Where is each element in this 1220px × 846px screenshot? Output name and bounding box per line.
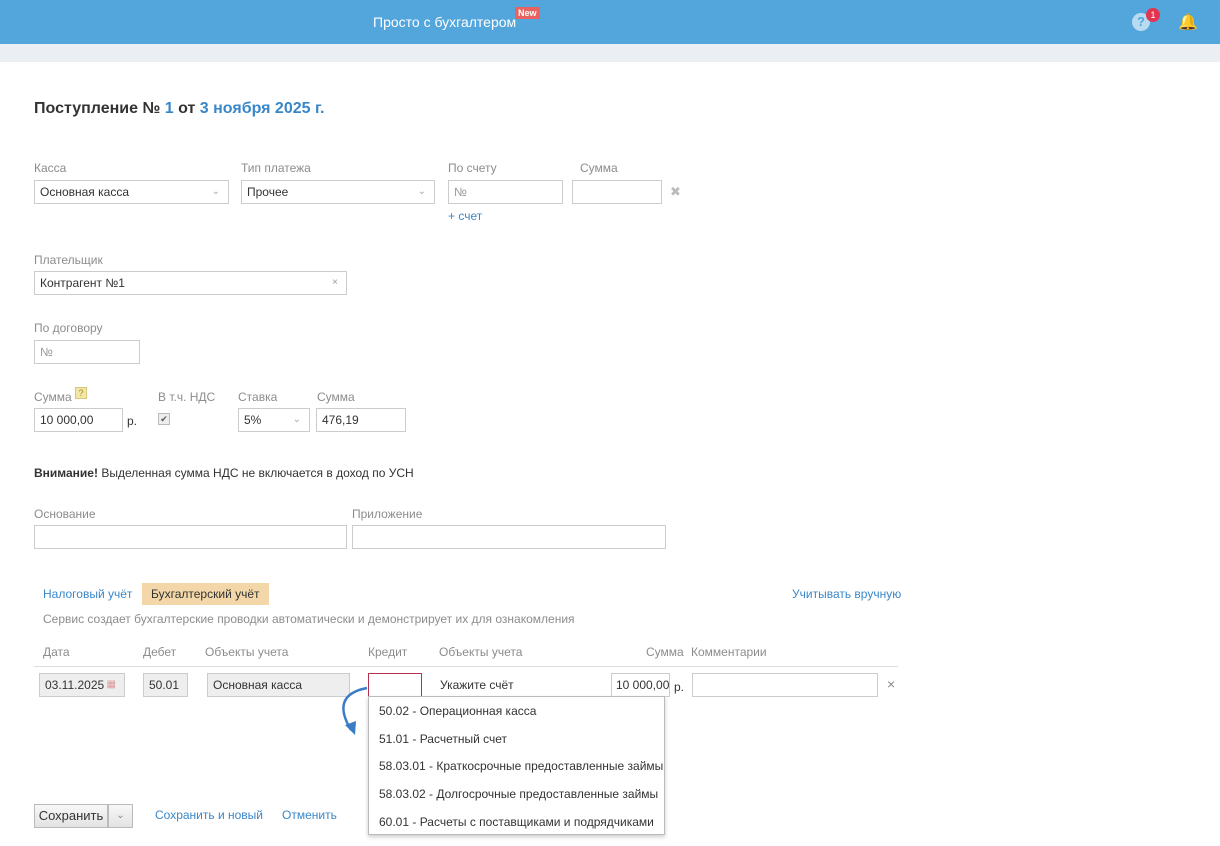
kassa-select[interactable]: Основная касса ⌄	[34, 180, 229, 204]
chevron-down-icon: ⌄	[211, 186, 220, 197]
doc-number[interactable]: 1	[165, 100, 174, 117]
credit-input[interactable]	[368, 673, 422, 697]
save-options-button[interactable]: ⌄	[108, 804, 133, 828]
comment-input[interactable]	[692, 673, 878, 697]
header-sum: Сумма	[646, 645, 684, 659]
header-credit-objects: Объекты учета	[439, 645, 523, 659]
rate-select[interactable]: 5% ⌄	[238, 408, 310, 432]
vat-included-label: В т.ч. НДС	[158, 390, 216, 404]
calendar-icon[interactable]: ▦	[107, 674, 116, 696]
currency-label: р.	[127, 414, 138, 428]
brand-link[interactable]: Просто с бухгалтером	[373, 14, 516, 30]
cancel-link[interactable]: Отменить	[282, 808, 337, 822]
debit-input[interactable]: 50.01	[143, 673, 188, 697]
arrow-icon	[342, 686, 368, 735]
new-badge: New	[515, 7, 540, 19]
bell-icon[interactable]: 🔔	[1178, 12, 1198, 32]
payment-type-select[interactable]: Прочее ⌄	[241, 180, 435, 204]
top-bar	[0, 0, 1220, 44]
header-credit: Кредит	[368, 645, 408, 659]
kassa-label: Касса	[34, 161, 67, 175]
amount-label: Сумма	[34, 390, 72, 404]
header-date: Дата	[43, 645, 70, 659]
page-title: Поступление № 1 от 3 ноября 2025 г.	[34, 100, 325, 117]
tab-tax-accounting[interactable]: Налоговый учёт	[43, 587, 132, 601]
header-comments: Комментарии	[691, 645, 767, 659]
chevron-down-icon: ⌄	[292, 414, 301, 425]
dropdown-option[interactable]: 51.01 - Расчетный счет	[379, 732, 507, 746]
attachment-input[interactable]	[352, 525, 666, 549]
entry-sum-input[interactable]: 10 000,00	[611, 673, 670, 697]
invoice-sum-label: Сумма	[580, 161, 618, 175]
vat-warning: Внимание! Выделенная сумма НДС не включа…	[34, 466, 414, 480]
tab-accounting[interactable]: Бухгалтерский учёт	[142, 583, 269, 605]
invoice-label: По счету	[448, 161, 497, 175]
invoice-sum-input[interactable]	[572, 180, 662, 204]
help-count-badge: 1	[1146, 8, 1160, 22]
dropdown-option[interactable]: 60.01 - Расчеты с поставщиками и подрядч…	[379, 815, 654, 829]
header-debit-objects: Объекты учета	[205, 645, 289, 659]
payment-type-label: Тип платежа	[241, 161, 311, 175]
dropdown-option[interactable]: 58.03.01 - Краткосрочные предоставленные…	[379, 759, 663, 773]
add-invoice-link[interactable]: + счет	[448, 209, 482, 223]
invoice-input[interactable]: №	[448, 180, 563, 204]
doc-date[interactable]: 3 ноября 2025 г.	[200, 100, 325, 117]
payer-input[interactable]: Контрагент №1 ×	[34, 271, 347, 295]
sub-bar	[0, 44, 1220, 62]
delete-icon[interactable]: ✖	[670, 184, 681, 200]
credit-account-dropdown: 50.02 - Операционная касса 51.01 - Расче…	[368, 696, 665, 835]
save-button[interactable]: Сохранить	[34, 804, 108, 828]
clear-icon[interactable]: ×	[332, 272, 338, 294]
help-icon[interactable]: ?	[75, 387, 87, 399]
basis-label: Основание	[34, 507, 96, 521]
credit-hint: Укажите счёт	[440, 678, 514, 692]
manual-accounting-link[interactable]: Учитывать вручную	[792, 587, 901, 601]
basis-input[interactable]	[34, 525, 347, 549]
vat-sum-input[interactable]: 476,19	[316, 408, 406, 432]
vat-sum-label: Сумма	[317, 390, 355, 404]
vat-included-checkbox[interactable]: ✔	[158, 413, 170, 425]
amount-input[interactable]: 10 000,00	[34, 408, 123, 432]
entry-currency: р.	[674, 680, 685, 694]
payer-label: Плательщик	[34, 253, 103, 267]
delete-row-icon[interactable]: ×	[887, 676, 895, 692]
attachment-label: Приложение	[352, 507, 423, 521]
contract-input[interactable]: №	[34, 340, 140, 364]
contract-label: По договору	[34, 321, 103, 335]
dropdown-option[interactable]: 58.03.02 - Долгосрочные предоставленные …	[379, 787, 658, 801]
rate-label: Ставка	[238, 390, 278, 404]
entry-date-input[interactable]: 03.11.2025 ▦	[39, 673, 125, 697]
save-and-new-link[interactable]: Сохранить и новый	[155, 808, 263, 822]
chevron-down-icon: ⌄	[417, 186, 426, 197]
divider	[34, 666, 898, 667]
dropdown-option[interactable]: 50.02 - Операционная касса	[379, 704, 536, 718]
accounting-note: Сервис создает бухгалтерские проводки ав…	[43, 612, 575, 626]
header-debit: Дебет	[143, 645, 177, 659]
